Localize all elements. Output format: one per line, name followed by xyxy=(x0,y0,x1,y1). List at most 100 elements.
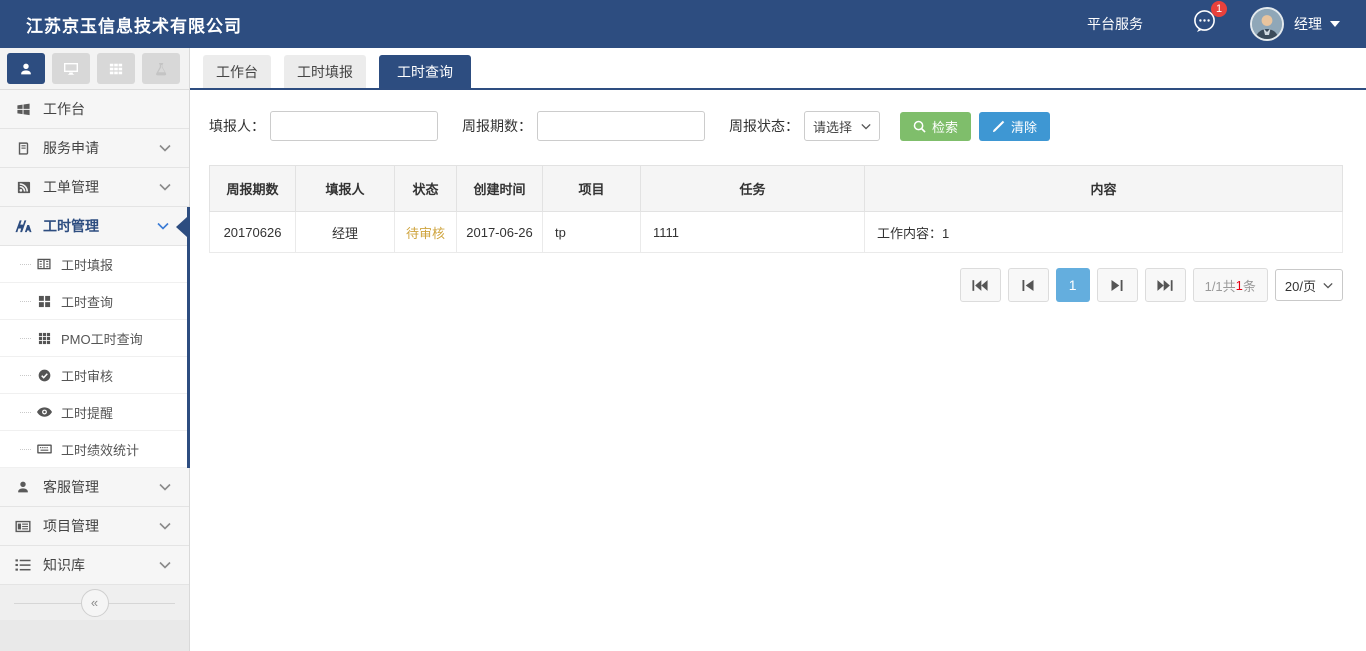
page-number-button[interactable]: 1 xyxy=(1056,268,1090,302)
grid3-icon xyxy=(36,331,52,345)
avatar[interactable] xyxy=(1250,7,1284,41)
sidebar-item-label: 工时提醒 xyxy=(61,403,113,422)
sidebar-item-label: 工时查询 xyxy=(61,292,113,311)
col-header-content: 内容 xyxy=(865,166,1343,212)
sidebar-item-worktime-reminder[interactable]: 工时提醒 xyxy=(0,394,187,431)
cell-content: 工作内容：1 xyxy=(865,212,1343,253)
cell-status: 待审核 xyxy=(395,212,457,253)
col-header-project: 项目 xyxy=(543,166,641,212)
chevron-down-icon xyxy=(159,561,171,569)
search-button-label: 检索 xyxy=(932,117,958,136)
sidebar-item-label: 工时绩效统计 xyxy=(61,440,139,459)
prev-page-button[interactable] xyxy=(1008,268,1049,302)
pagination: 1 1/1共1条 20/页 xyxy=(209,268,1343,302)
person-icon xyxy=(14,479,32,495)
last-page-button[interactable] xyxy=(1145,268,1186,302)
pagination-info-suffix: 条 xyxy=(1243,276,1256,295)
sidebar-item-label: 服务申请 xyxy=(43,138,159,158)
first-page-button[interactable] xyxy=(960,268,1001,302)
unread-count-badge: 1 xyxy=(1211,1,1227,17)
collapse-sidebar-button[interactable]: « xyxy=(81,589,109,617)
sidebar-filler xyxy=(0,620,189,651)
cell-period: 20170626 xyxy=(210,212,296,253)
chevron-down-icon xyxy=(159,522,171,530)
sidebar-item-workbench[interactable]: 工作台 xyxy=(0,90,189,129)
table-row[interactable]: 20170626 经理 待审核 2017-06-26 tp 1111 工作内容：… xyxy=(210,212,1343,253)
grid2-icon xyxy=(36,294,52,308)
feed-icon xyxy=(14,179,32,195)
user-icon[interactable] xyxy=(7,53,45,84)
project-icon xyxy=(14,518,32,534)
workspace-tabstrip: 工作台 工时填报 工时查询 xyxy=(190,48,1366,90)
pagination-record-count: 1 xyxy=(1236,278,1243,293)
chevron-down-icon xyxy=(157,222,169,230)
tab-workbench[interactable]: 工作台 xyxy=(203,55,271,88)
col-header-status: 状态 xyxy=(395,166,457,212)
check-circle-icon xyxy=(36,368,52,382)
reporter-label: 填报人： xyxy=(209,116,265,136)
worktime-query-panel: 填报人： 周报期数： 周报状态： 请选择 检索 清除 xyxy=(190,90,1366,302)
grid-icon[interactable] xyxy=(97,53,135,84)
search-icon xyxy=(913,120,926,133)
sidebar-item-label: 工作台 xyxy=(43,99,171,119)
sidebar-item-label: 工单管理 xyxy=(43,177,159,197)
next-page-icon xyxy=(1111,280,1123,291)
results-table: 周报期数 填报人 状态 创建时间 项目 任务 内容 20170626 经理 xyxy=(209,165,1343,253)
col-header-task: 任务 xyxy=(641,166,865,212)
clear-button[interactable]: 清除 xyxy=(979,112,1050,141)
sidebar-item-label: 工时审核 xyxy=(61,366,113,385)
user-menu-caret-icon[interactable] xyxy=(1330,21,1340,27)
knowledge-icon xyxy=(14,557,32,573)
sidebar-item-customer-service[interactable]: 客服管理 xyxy=(0,468,189,507)
user-menu-label[interactable]: 经理 xyxy=(1294,14,1322,34)
pagination-info: 1/1共1条 xyxy=(1193,268,1268,302)
filter-row: 填报人： 周报期数： 周报状态： 请选择 检索 清除 xyxy=(209,111,1343,141)
chevron-down-icon xyxy=(159,183,171,191)
sidebar: 工作台 服务申请 工单管理 xyxy=(0,48,190,651)
search-button[interactable]: 检索 xyxy=(900,112,971,141)
sidebar-item-worktime[interactable]: 工时管理 xyxy=(0,207,187,246)
cell-reporter: 经理 xyxy=(296,212,395,253)
page-size-value: 20/页 xyxy=(1285,276,1316,295)
workbench-icon xyxy=(14,101,32,117)
col-header-period: 周报期数 xyxy=(210,166,296,212)
page-size-select[interactable]: 20/页 xyxy=(1275,269,1343,301)
worktime-submenu: 工时填报 工时查询 PMO工时查询 xyxy=(0,246,187,468)
chevron-down-icon xyxy=(861,123,871,130)
sidebar-icon-tabs xyxy=(0,48,189,90)
sidebar-item-project-management[interactable]: 项目管理 xyxy=(0,507,189,546)
flask-icon[interactable] xyxy=(142,53,180,84)
reporter-input[interactable] xyxy=(270,111,438,141)
col-header-reporter: 填报人 xyxy=(296,166,395,212)
period-input[interactable] xyxy=(537,111,705,141)
pencil-icon xyxy=(992,120,1005,133)
clear-button-label: 清除 xyxy=(1011,117,1037,136)
worktime-icon xyxy=(14,218,32,234)
sidebar-item-worktime-query[interactable]: 工时查询 xyxy=(0,283,187,320)
next-page-button[interactable] xyxy=(1097,268,1138,302)
shell: 工作台 服务申请 工单管理 xyxy=(0,48,1366,651)
first-page-icon xyxy=(972,280,988,291)
sidebar-item-worktime-performance[interactable]: 工时绩效统计 xyxy=(0,431,187,468)
status-select[interactable]: 请选择 xyxy=(804,111,880,141)
chevron-down-icon xyxy=(1323,282,1333,289)
platform-services-link[interactable]: 平台服务 xyxy=(1087,14,1143,34)
sidebar-item-worktime-review[interactable]: 工时审核 xyxy=(0,357,187,394)
chevron-down-icon xyxy=(159,144,171,152)
tab-worktime-query[interactable]: 工时查询 xyxy=(379,55,471,88)
period-label: 周报期数： xyxy=(462,116,532,136)
sidebar-item-knowledge-base[interactable]: 知识库 xyxy=(0,546,189,585)
pagination-info-prefix: 1/1共 xyxy=(1205,276,1236,295)
sidebar-item-worktime-fill[interactable]: 工时填报 xyxy=(0,246,187,283)
monitor-icon[interactable] xyxy=(52,53,90,84)
sidebar-item-work-orders[interactable]: 工单管理 xyxy=(0,168,189,207)
sidebar-item-label: 项目管理 xyxy=(43,516,159,536)
cell-created: 2017-06-26 xyxy=(457,212,543,253)
sidebar-item-pmo-worktime-query[interactable]: PMO工时查询 xyxy=(0,320,187,357)
messages-button[interactable]: 1 xyxy=(1191,8,1218,40)
tab-worktime-fill[interactable]: 工时填报 xyxy=(284,55,366,88)
book-icon xyxy=(14,140,32,156)
keyboard-icon xyxy=(36,442,52,456)
sidebar-item-service-request[interactable]: 服务申请 xyxy=(0,129,189,168)
topbar: 江苏京玉信息技术有限公司 平台服务 1 经理 xyxy=(0,0,1366,48)
